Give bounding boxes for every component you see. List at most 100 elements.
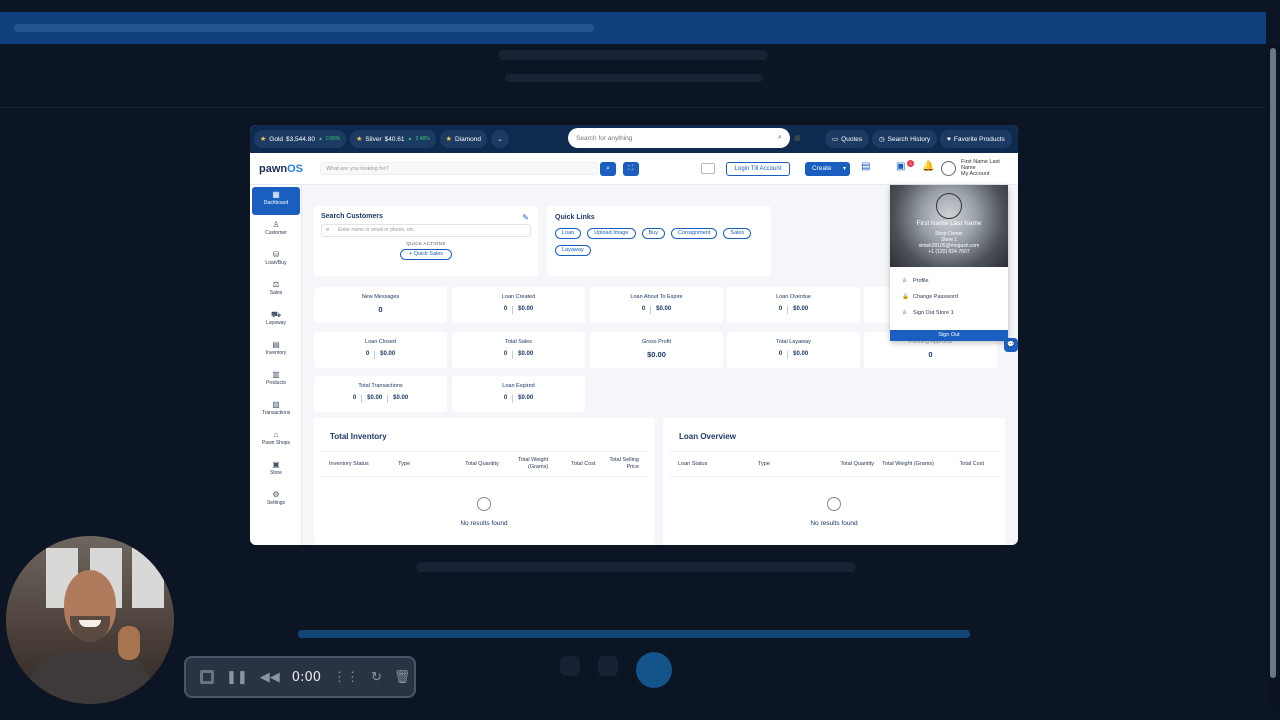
restart-icon[interactable]: ↻: [371, 669, 382, 685]
chevron-down-icon: ▾: [842, 166, 846, 172]
user-switch-icon: ♙: [902, 310, 907, 316]
header-search-input[interactable]: What are you looking for?: [320, 162, 598, 175]
chevron-down-icon[interactable]: ⌄: [490, 130, 509, 148]
stat-loan-overdue[interactable]: Loan Overdue 0 $0.00: [727, 287, 860, 323]
account-dropdown: First Name Last Name Shop Owner Store 1 …: [890, 185, 1008, 341]
quick-link-layaway[interactable]: Layaway: [555, 245, 591, 256]
stat-new-messages[interactable]: New Messages 0: [314, 287, 447, 323]
webcam-overlay: [6, 536, 174, 704]
loan-icon: ⛁: [272, 250, 280, 259]
search-button[interactable]: ⌕: [600, 162, 616, 176]
user-menu[interactable]: First Name Last Name My Account: [961, 159, 1011, 177]
trend-up-icon: ▲: [317, 136, 323, 142]
background-banner: [0, 12, 1266, 44]
quotes-button[interactable]: ▭ Quotes: [825, 130, 870, 148]
sidebar-item-transactions[interactable]: ▧ Transactions: [252, 397, 300, 425]
sidebar-item-settings[interactable]: ⚙ Settings: [252, 487, 300, 515]
sidebar-item-inventory[interactable]: ▤ Inventory: [252, 337, 300, 365]
search-icon: ⌕: [606, 165, 610, 172]
global-search-input[interactable]: Search for anything ⌕ ▦: [568, 128, 801, 148]
quick-link-consignment[interactable]: Consignment: [670, 228, 718, 239]
grid-icon[interactable]: ⋮⋮: [333, 669, 359, 685]
favorite-products-button[interactable]: ♥ Favorite Products: [940, 130, 1012, 148]
rewind-icon[interactable]: ◀◀: [260, 669, 280, 685]
stat-loan-closed[interactable]: Loan Closed 0 $0.00: [314, 332, 447, 368]
inventory-empty-state: No results found: [321, 497, 647, 527]
quick-link-upload-image[interactable]: Upload Image: [587, 228, 636, 239]
recording-controls: ❚❚ ◀◀ 0:00 ⋮⋮ ↻ 🗑: [184, 656, 416, 698]
background-blur-icon: [636, 652, 672, 688]
transactions-icon: ▧: [272, 400, 280, 409]
quick-sales-button[interactable]: + Quick Sales: [400, 249, 452, 260]
search-history-button[interactable]: ◷ Search History: [872, 130, 938, 148]
calendar-icon[interactable]: ▦: [794, 134, 801, 142]
loan-empty-state: No results found: [670, 497, 998, 527]
account-profile-card: First Name Last Name Shop Owner Store 1 …: [890, 185, 1008, 267]
silver-price-chip[interactable]: ★ Silver $40.61 ▲ 2.48%: [350, 130, 436, 148]
star-icon: ★: [445, 136, 452, 143]
menu-item-sign-out-store[interactable]: ♙ Sign Out Store 1: [890, 305, 1008, 321]
stat-loan-expired[interactable]: Loan Expired 0 $0.00: [452, 376, 585, 412]
calculator-icon[interactable]: ▤: [861, 161, 870, 172]
background-blur-text: [505, 74, 763, 82]
scan-button[interactable]: ⛶: [623, 162, 639, 176]
sidebar-item-store[interactable]: ▣ Store: [252, 457, 300, 485]
star-icon: ★: [356, 136, 363, 143]
login-till-account-button[interactable]: Login Till Account: [726, 162, 790, 176]
bell-icon[interactable]: 🔔: [922, 161, 934, 172]
pawnos-app-window: ★ Gold $3,544.80 ▲ 0.85% ★ Silver $40.61 …: [250, 125, 1018, 545]
gold-price-chip[interactable]: ★ Gold $3,544.80 ▲ 0.85%: [254, 130, 347, 148]
lock-icon: 🔒: [902, 294, 909, 300]
scan-icon: ⛶: [628, 165, 634, 172]
inventory-table-header: Inventory Status Type Total Quantity Tot…: [321, 451, 647, 477]
page-scrollbar[interactable]: [1266, 44, 1280, 710]
pause-icon[interactable]: ❚❚: [226, 669, 248, 685]
user-icon: ♙: [272, 220, 280, 229]
quick-link-buy[interactable]: Buy: [641, 228, 665, 239]
sidebar-item-pawn-shops[interactable]: ⌂ Pawn Shops: [252, 427, 300, 455]
chat-icon[interactable]: 💬: [1004, 338, 1018, 352]
sidebar-item-sales[interactable]: ⚖ Sales: [252, 277, 300, 305]
background-blur-text: [416, 562, 856, 572]
search-icon[interactable]: ⌕: [778, 134, 782, 142]
trash-icon[interactable]: 🗑: [394, 669, 411, 685]
sidebar-item-loan-buy[interactable]: ⛁ Loan/Buy: [252, 247, 300, 275]
background-blur-text: [498, 50, 768, 60]
pawnos-logo[interactable]: pawnOS: [259, 163, 303, 175]
dashboard-icon: ▦: [272, 190, 280, 199]
quick-link-loan[interactable]: Loan: [555, 228, 582, 239]
stat-total-transactions[interactable]: Total Transactions 0 $0.00 $0.00: [314, 376, 447, 412]
sidebar: ▦ Dashboard ♙ Customer ⛁ Loan/Buy ⚖ Sales ⛟ L…: [250, 185, 302, 545]
sidebar-item-dashboard[interactable]: ▦ Dashboard: [252, 187, 300, 215]
create-button[interactable]: Create ▾: [805, 162, 850, 176]
quick-links-card: Quick Links Loan Upload Image Buy Consig…: [547, 206, 771, 276]
stat-loan-about-to-expire[interactable]: Loan About To Expire 0 $0.00: [590, 287, 723, 323]
notification-badge: 2: [907, 160, 914, 167]
menu-item-change-password[interactable]: 🔒 Change Password: [890, 289, 1008, 305]
heart-icon: ♥: [947, 135, 951, 143]
star-icon: ★: [260, 136, 267, 143]
recording-timer: 0:00: [291, 669, 321, 685]
sign-out-button[interactable]: Sign Out: [890, 330, 1008, 341]
cart-icon[interactable]: ▣: [896, 161, 905, 172]
edit-icon[interactable]: ✎: [522, 213, 529, 222]
quick-link-sales[interactable]: Sales: [723, 228, 752, 239]
stat-total-sales[interactable]: Total Sales 0 $0.00: [452, 332, 585, 368]
sidebar-item-products[interactable]: ▥ Products: [252, 367, 300, 395]
sidebar-item-layaway[interactable]: ⛟ Layaway: [252, 307, 300, 335]
stat-total-layaway[interactable]: Total Layaway 0 $0.00: [727, 332, 860, 368]
stat-gross-profit[interactable]: Gross Profit $0.00: [590, 332, 723, 368]
menu-item-profile[interactable]: ♙ Profile: [890, 273, 1008, 289]
stat-loan-created[interactable]: Loan Created 0 $0.00: [452, 287, 585, 323]
sidebar-item-customer[interactable]: ♙ Customer: [252, 217, 300, 245]
diamond-price-chip[interactable]: ★ Diamond: [439, 130, 487, 148]
stop-icon[interactable]: [200, 670, 214, 684]
quotes-icon: ▭: [832, 136, 839, 143]
customer-search-input[interactable]: ⌕ Enter name or email or phone, etc.: [321, 224, 531, 237]
avatar[interactable]: [941, 161, 956, 176]
loan-overview-panel: Loan Overview Loan Status Type Total Qua…: [663, 418, 1005, 545]
user-icon: ♙: [902, 278, 907, 284]
history-icon: ◷: [879, 136, 885, 143]
inventory-icon: ▤: [272, 340, 280, 349]
wallet-icon[interactable]: [701, 163, 715, 174]
